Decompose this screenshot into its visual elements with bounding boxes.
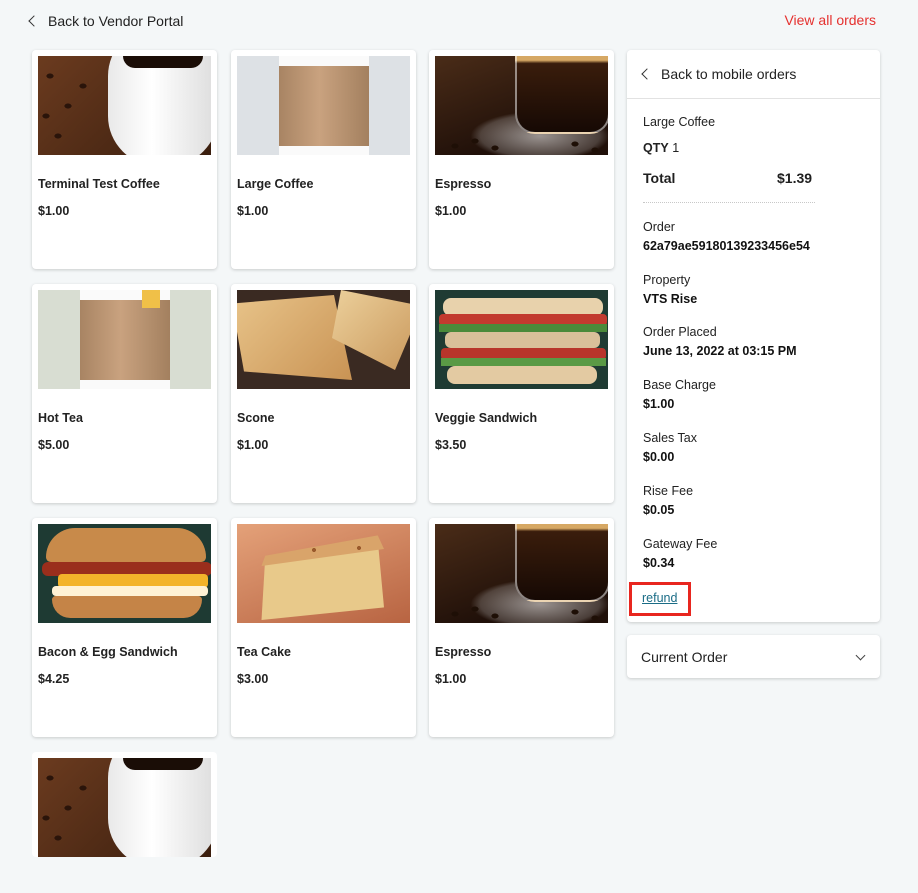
espresso-image bbox=[435, 524, 608, 623]
product-name: Veggie Sandwich bbox=[435, 411, 538, 425]
field-value: VTS Rise bbox=[643, 292, 698, 306]
field-label: Gateway Fee bbox=[643, 537, 718, 551]
field-label: Sales Tax bbox=[643, 431, 697, 445]
product-name: Hot Tea bbox=[38, 411, 83, 425]
back-to-vendor-portal-link[interactable]: Back to Vendor Portal bbox=[28, 11, 184, 31]
field-value: $0.34 bbox=[643, 556, 675, 570]
scone-image bbox=[237, 290, 410, 389]
order-placed-field: Order Placed June 13, 2022 at 03:15 PM bbox=[643, 325, 797, 358]
product-card[interactable] bbox=[32, 752, 217, 857]
tea-sleeve-image bbox=[38, 290, 211, 389]
product-price: $1.00 bbox=[435, 672, 467, 686]
product-card[interactable]: Hot Tea $5.00 bbox=[32, 284, 217, 503]
product-card[interactable]: Terminal Test Coffee $1.00 bbox=[32, 50, 217, 269]
qty-label: QTY bbox=[643, 141, 669, 155]
field-value: June 13, 2022 at 03:15 PM bbox=[643, 344, 797, 358]
product-price: $5.00 bbox=[38, 438, 70, 452]
order-detail-panel: Back to mobile orders Large Coffee QTY 1… bbox=[627, 50, 880, 622]
product-name: Terminal Test Coffee bbox=[38, 177, 160, 191]
product-card[interactable]: Tea Cake $3.00 bbox=[231, 518, 416, 737]
tea-cake-image bbox=[237, 524, 410, 623]
field-label: Base Charge bbox=[643, 378, 716, 392]
total-label: Total bbox=[643, 170, 676, 186]
coffee-cup-image bbox=[38, 758, 211, 857]
sales-tax-field: Sales Tax $0.00 bbox=[643, 431, 697, 464]
view-all-orders-link[interactable]: View all orders bbox=[784, 12, 876, 28]
top-bar: Back to Vendor Portal View all orders bbox=[0, 0, 918, 44]
product-name: Bacon & Egg Sandwich bbox=[38, 645, 178, 659]
base-charge-field: Base Charge $1.00 bbox=[643, 378, 716, 411]
product-card[interactable]: Espresso $1.00 bbox=[429, 50, 614, 269]
field-value: 62a79ae59180139233456e54 bbox=[643, 239, 810, 253]
sandwich-image bbox=[435, 290, 608, 389]
order-item-qty: QTY 1 bbox=[643, 141, 679, 155]
coffee-cup-image bbox=[38, 56, 211, 155]
product-card[interactable]: Large Coffee $1.00 bbox=[231, 50, 416, 269]
product-price: $1.00 bbox=[435, 204, 467, 218]
product-price: $1.00 bbox=[237, 204, 269, 218]
field-label: Order Placed bbox=[643, 325, 717, 339]
back-to-mobile-orders-button[interactable]: Back to mobile orders bbox=[627, 50, 880, 99]
property-field: Property VTS Rise bbox=[643, 273, 697, 306]
bacon-egg-sandwich-image bbox=[38, 524, 211, 623]
product-name: Espresso bbox=[435, 177, 492, 191]
field-label: Order bbox=[643, 220, 675, 234]
field-value: $1.00 bbox=[643, 397, 675, 411]
product-price: $1.00 bbox=[38, 204, 70, 218]
product-card[interactable]: Espresso $1.00 bbox=[429, 518, 614, 737]
order-item-name: Large Coffee bbox=[643, 115, 716, 129]
product-price: $1.00 bbox=[237, 438, 269, 452]
total-value: $1.39 bbox=[777, 170, 813, 186]
qty-value: 1 bbox=[672, 141, 680, 155]
product-card[interactable]: Scone $1.00 bbox=[231, 284, 416, 503]
chevron-left-icon bbox=[28, 15, 40, 27]
divider bbox=[643, 202, 815, 203]
field-value: $0.05 bbox=[643, 503, 675, 517]
product-card[interactable]: Bacon & Egg Sandwich $4.25 bbox=[32, 518, 217, 737]
field-label: Rise Fee bbox=[643, 484, 694, 498]
product-name: Espresso bbox=[435, 645, 492, 659]
rise-fee-field: Rise Fee $0.05 bbox=[643, 484, 693, 517]
product-price: $3.00 bbox=[237, 672, 269, 686]
order-id-field: Order 62a79ae59180139233456e54 bbox=[643, 220, 810, 253]
current-order-dropdown[interactable]: Current Order bbox=[627, 635, 880, 678]
refund-link[interactable]: refund bbox=[642, 591, 677, 605]
espresso-image bbox=[435, 56, 608, 155]
field-value: $0.00 bbox=[643, 450, 675, 464]
gateway-fee-field: Gateway Fee $0.34 bbox=[643, 537, 717, 570]
chevron-down-icon bbox=[855, 650, 866, 661]
field-label: Property bbox=[643, 273, 691, 287]
product-price: $4.25 bbox=[38, 672, 70, 686]
product-card[interactable]: Veggie Sandwich $3.50 bbox=[429, 284, 614, 503]
product-name: Large Coffee bbox=[237, 177, 314, 191]
product-price: $3.50 bbox=[435, 438, 467, 452]
current-order-label: Current Order bbox=[641, 648, 728, 665]
back-to-vendor-portal-label: Back to Vendor Portal bbox=[48, 13, 184, 29]
back-to-mobile-orders-label: Back to mobile orders bbox=[661, 66, 797, 82]
coffee-sleeve-image bbox=[237, 56, 410, 155]
product-name: Scone bbox=[237, 411, 275, 425]
product-name: Tea Cake bbox=[237, 645, 291, 659]
chevron-left-icon bbox=[641, 68, 653, 80]
